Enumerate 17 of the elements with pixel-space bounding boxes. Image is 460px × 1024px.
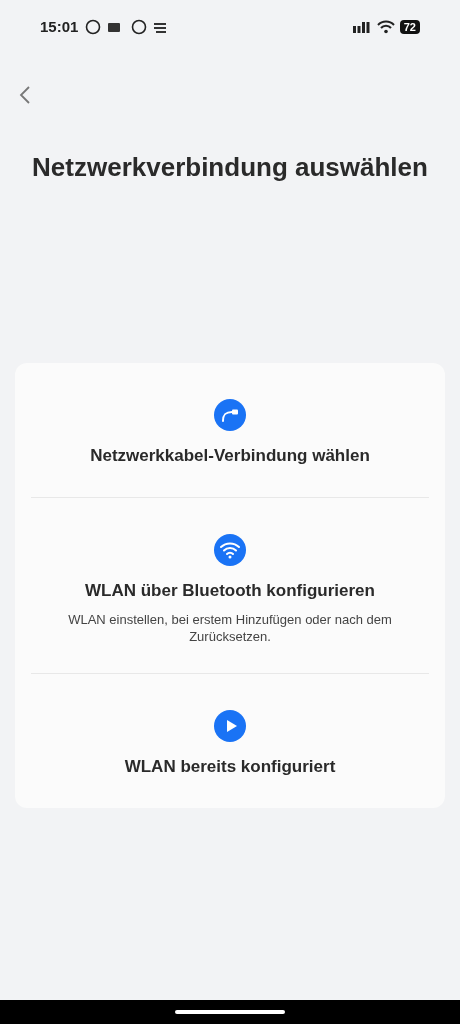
back-icon[interactable] bbox=[18, 85, 32, 105]
status-time: 15:01 bbox=[40, 16, 79, 37]
option-title: WLAN bereits konfiguriert bbox=[124, 756, 336, 778]
cable-icon bbox=[222, 409, 238, 422]
option-item[interactable]: WLAN über Bluetooth konfigurieren WLAN einstellen, bei erstem Hinzufügen oder nach dem Zurücksetzen. bbox=[31, 496, 429, 673]
wifi-icon bbox=[220, 541, 240, 558]
option-title: Netzwerkkabel-Verbindung wählen bbox=[90, 445, 370, 467]
option-description: WLAN einstellen, bei erstem Hinzufügen oder nach dem Zurücksetzen. bbox=[67, 611, 393, 645]
play-icon bbox=[227, 720, 237, 732]
option-item[interactable]: WLAN bereits konfiguriert bbox=[31, 673, 429, 808]
mail-icon bbox=[108, 23, 121, 32]
wifi-icon bbox=[376, 20, 395, 34]
option-title: WLAN über Bluetooth konfigurieren bbox=[85, 579, 375, 602]
option-item[interactable]: Netzwerkkabel-Verbindung wählen bbox=[31, 363, 429, 497]
battery-indicator: 72 bbox=[399, 20, 420, 34]
signal-icon bbox=[352, 21, 371, 33]
page-title: Netzwerkverbindung auswählen bbox=[31, 151, 429, 184]
